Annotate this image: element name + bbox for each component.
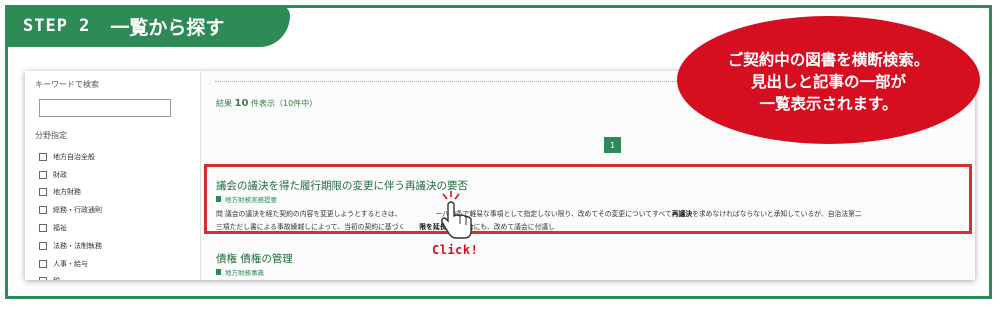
checkbox-icon[interactable]	[39, 224, 47, 233]
click-burst-line	[442, 193, 448, 200]
search-sidebar: キーワードで検索 分野指定 地方自治全般 財政 地方財務 総務・行政通則 福祉 …	[25, 71, 201, 280]
field-filter-list: 地方自治全般 財政 地方財務 総務・行政通則 福祉 法務・法制執務 人事・給与 …	[39, 148, 102, 280]
result-source-label: 地方財務実務提要	[225, 196, 277, 204]
callout-line: 見出しと記事の一部が	[750, 73, 906, 91]
checkbox-icon[interactable]	[39, 259, 47, 268]
snippet-text: 三項ただし書による事故繰越しによって、当初の契約に基づく	[216, 223, 406, 231]
click-label: Click!	[432, 243, 479, 257]
result-source: 地方財務事典	[216, 267, 264, 277]
checkbox-icon[interactable]	[39, 188, 47, 197]
checkbox-icon[interactable]	[39, 241, 47, 250]
callout-line: ご契約中の図書を横断検索。	[727, 51, 930, 69]
callout-line: 一覧表示されます。	[759, 95, 898, 113]
field-option-label: 総務・行政通則	[53, 206, 102, 215]
result-snippet-line: 問 議会の議決を経た契約の内容を変更しようとするときは、 一八〇条で軽易な事項とし…	[216, 208, 862, 218]
step-title: 一覧から探す	[110, 16, 225, 39]
field-option-label: 福祉	[53, 224, 67, 233]
result-count: 結果 10 件表示（10件中）	[216, 98, 317, 109]
snippet-text: にも、改めて議会に付議し	[473, 223, 555, 231]
hand-pointer-icon	[441, 191, 472, 239]
checkbox-icon[interactable]	[39, 170, 47, 179]
field-option-label: 法務・法制執務	[53, 241, 102, 250]
result-title[interactable]: 債権 債権の管理	[216, 251, 293, 266]
callout-bubble: ご契約中の図書を横断検索。 見出しと記事の一部が 一覧表示されます。	[677, 16, 980, 144]
hand-shape	[441, 201, 472, 239]
click-burst-line	[454, 193, 460, 200]
field-option[interactable]: 総務・行政通則	[39, 201, 102, 219]
keyword-search-label: キーワードで検索	[35, 80, 99, 89]
field-option[interactable]: 地方財務	[39, 184, 102, 202]
result-count-suffix: 件表示（10件中）	[251, 99, 318, 108]
result-snippet-line: 三項ただし書による事故繰越しによって、当初の契約に基づく限を延長する場合にも、改…	[216, 221, 555, 231]
step-label: STEP 2	[23, 16, 91, 36]
book-icon	[216, 196, 221, 202]
checkbox-icon[interactable]	[39, 277, 47, 280]
page-button-1[interactable]: 1	[604, 137, 621, 153]
checkbox-icon[interactable]	[39, 206, 47, 215]
step-header: STEP 2 一覧から探す	[5, 5, 290, 47]
field-option[interactable]: 財政	[39, 166, 102, 184]
book-icon	[216, 269, 221, 275]
field-option[interactable]: 法務・法制執務	[39, 237, 102, 255]
field-option-label: 地方財務	[53, 188, 81, 197]
checkbox-icon[interactable]	[39, 152, 47, 161]
keyword-search-input[interactable]	[39, 99, 171, 117]
result-source-label: 地方財務事典	[225, 269, 264, 277]
field-option[interactable]: 税	[39, 273, 102, 280]
field-option[interactable]: 人事・給与	[39, 255, 102, 273]
result-source: 地方財務実務提要	[216, 194, 277, 204]
field-option-label: 財政	[53, 170, 67, 179]
field-option[interactable]: 福祉	[39, 219, 102, 237]
result-count-prefix: 結果	[216, 99, 232, 108]
result-count-number: 10	[234, 98, 249, 109]
snippet-keyword: 限を	[419, 223, 433, 231]
snippet-keyword: 再議決	[671, 210, 693, 218]
field-option-label: 人事・給与	[53, 259, 88, 268]
field-option-label: 地方自治全般	[53, 152, 95, 161]
field-option[interactable]: 地方自治全般	[39, 148, 102, 166]
field-filter-label: 分野指定	[35, 131, 67, 140]
result-title[interactable]: 議会の議決を得た履行期限の変更に伴う再議決の要否	[216, 178, 468, 193]
field-option-label: 税	[53, 276, 60, 280]
snippet-text: を求めなければならないと承知しているが、自治法第二	[692, 210, 862, 218]
snippet-text: 問 議会の議決を経た契約の内容を変更しようとするときは、	[216, 210, 402, 218]
